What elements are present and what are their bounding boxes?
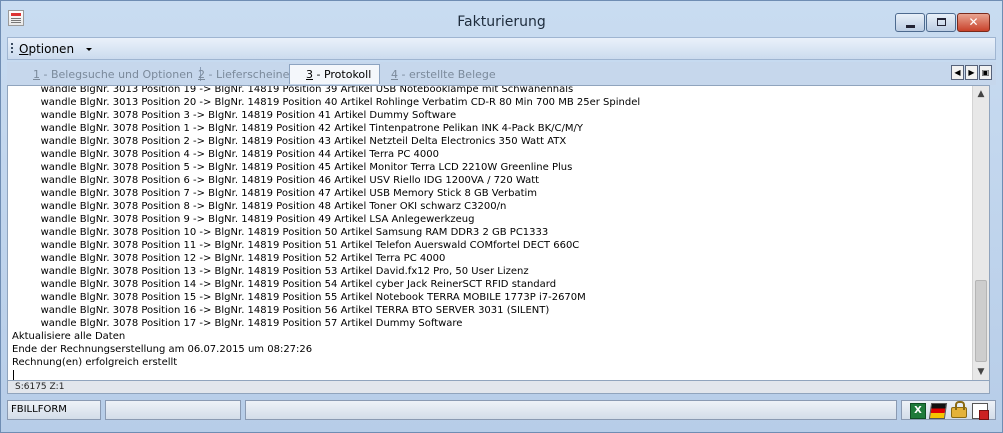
status-bar: FBILLFORM X — [7, 399, 996, 421]
title-bar[interactable]: Fakturierung ✕ — [1, 1, 1002, 37]
text-cursor — [13, 370, 14, 380]
tab-protokoll[interactable]: 3 - Protokoll — [289, 64, 381, 84]
toolbar-grip-icon[interactable] — [11, 43, 13, 55]
excel-icon[interactable]: X — [910, 403, 926, 419]
log-line: wandle BlgNr. 3078 Position 7 -> BlgNr. … — [12, 188, 538, 199]
log-line: wandle BlgNr. 3078 Position 11 -> BlgNr.… — [12, 240, 580, 251]
maximize-button[interactable] — [926, 13, 956, 32]
log-line: wandle BlgNr. 3078 Position 10 -> BlgNr.… — [12, 227, 549, 238]
lock-icon[interactable] — [951, 401, 967, 418]
log-line: wandle BlgNr. 3078 Position 5 -> BlgNr. … — [12, 162, 573, 173]
tab-next-button[interactable]: ▶ — [965, 65, 978, 80]
log-line: wandle BlgNr. 3013 Position 19 -> BlgNr.… — [12, 85, 574, 95]
tab-prev-button[interactable]: ◀ — [951, 65, 964, 80]
menu-bar: Optionen — [7, 37, 996, 60]
log-line: wandle BlgNr. 3078 Position 16 -> BlgNr.… — [12, 305, 550, 316]
log-text: wandle BlgNr. 3013 Position 19 -> BlgNr.… — [12, 85, 972, 369]
log-line: wandle BlgNr. 3078 Position 12 -> BlgNr.… — [12, 253, 446, 264]
scroll-up-icon[interactable]: ▲ — [973, 86, 989, 102]
tab-erstellte-belege[interactable]: 4 - erstellte Belege — [391, 65, 496, 85]
tab-number: 2 — [198, 68, 205, 81]
tab-lieferscheine[interactable]: 2 - Lieferscheine — [198, 65, 298, 85]
minimize-icon — [906, 25, 915, 28]
log-line: wandle BlgNr. 3078 Position 14 -> BlgNr.… — [12, 279, 557, 290]
german-flag-icon[interactable] — [928, 403, 948, 419]
tab-navigation: ◀ ▶ ▣ — [950, 65, 992, 80]
app-window: Fakturierung ✕ Optionen 1 - Belegsuche u… — [0, 0, 1003, 433]
tab-number: 1 — [33, 68, 40, 81]
status-panel-3 — [245, 400, 897, 420]
scroll-down-icon[interactable]: ▼ — [973, 364, 989, 380]
tab-label: - Lieferscheine — [205, 68, 290, 81]
minimize-button[interactable] — [895, 13, 925, 32]
document-icon[interactable] — [972, 403, 989, 420]
menu-optionen-label: ptionen — [28, 42, 75, 56]
window-title: Fakturierung — [457, 14, 546, 30]
menu-optionen[interactable]: Optionen — [19, 42, 74, 56]
scroll-thumb[interactable] — [975, 280, 987, 362]
log-line: Ende der Rechnungserstellung am 06.07.20… — [12, 344, 313, 355]
log-line: wandle BlgNr. 3078 Position 17 -> BlgNr.… — [12, 318, 463, 329]
tab-label: - Belegsuche und Optionen — [40, 68, 193, 81]
log-line: Rechnung(en) erfolgreich erstellt — [12, 357, 178, 368]
status-panel-2 — [105, 400, 241, 420]
tab-label: - erstellte Belege — [398, 68, 496, 81]
maximize-icon — [937, 18, 946, 26]
log-line: wandle BlgNr. 3078 Position 6 -> BlgNr. … — [12, 175, 540, 186]
tab-belegsuche[interactable]: 1 - Belegsuche und Optionen — [33, 65, 201, 85]
protocol-log[interactable]: wandle BlgNr. 3013 Position 19 -> BlgNr.… — [7, 85, 990, 381]
window-controls: ✕ — [894, 13, 990, 32]
tab-number: 4 — [391, 68, 398, 81]
tab-number: 3 — [306, 68, 313, 81]
tab-close-button[interactable]: ▣ — [979, 65, 992, 80]
log-line: wandle BlgNr. 3078 Position 9 -> BlgNr. … — [12, 214, 475, 225]
log-line: Aktualisiere alle Daten — [12, 331, 126, 342]
close-icon: ✕ — [968, 15, 979, 29]
tab-label: - Protokoll — [313, 68, 372, 81]
log-line: wandle BlgNr. 3078 Position 4 -> BlgNr. … — [12, 149, 439, 160]
chevron-down-icon — [86, 48, 92, 51]
vertical-scrollbar[interactable]: ▲ ▼ — [972, 86, 989, 380]
log-line: wandle BlgNr. 3078 Position 1 -> BlgNr. … — [12, 123, 584, 134]
close-button[interactable]: ✕ — [957, 13, 990, 32]
status-form: FBILLFORM — [7, 400, 101, 420]
log-line: wandle BlgNr. 3078 Position 2 -> BlgNr. … — [12, 136, 567, 147]
tab-bar: 1 - Belegsuche und Optionen 2 - Liefersc… — [7, 62, 996, 85]
log-line: wandle BlgNr. 3078 Position 13 -> BlgNr.… — [12, 266, 529, 277]
cursor-position: S:6175 Z:1 — [7, 381, 990, 394]
log-line: wandle BlgNr. 3013 Position 20 -> BlgNr.… — [12, 97, 641, 108]
log-line: wandle BlgNr. 3078 Position 8 -> BlgNr. … — [12, 201, 507, 212]
log-line: wandle BlgNr. 3078 Position 3 -> BlgNr. … — [12, 110, 457, 121]
log-line: wandle BlgNr. 3078 Position 15 -> BlgNr.… — [12, 292, 586, 303]
